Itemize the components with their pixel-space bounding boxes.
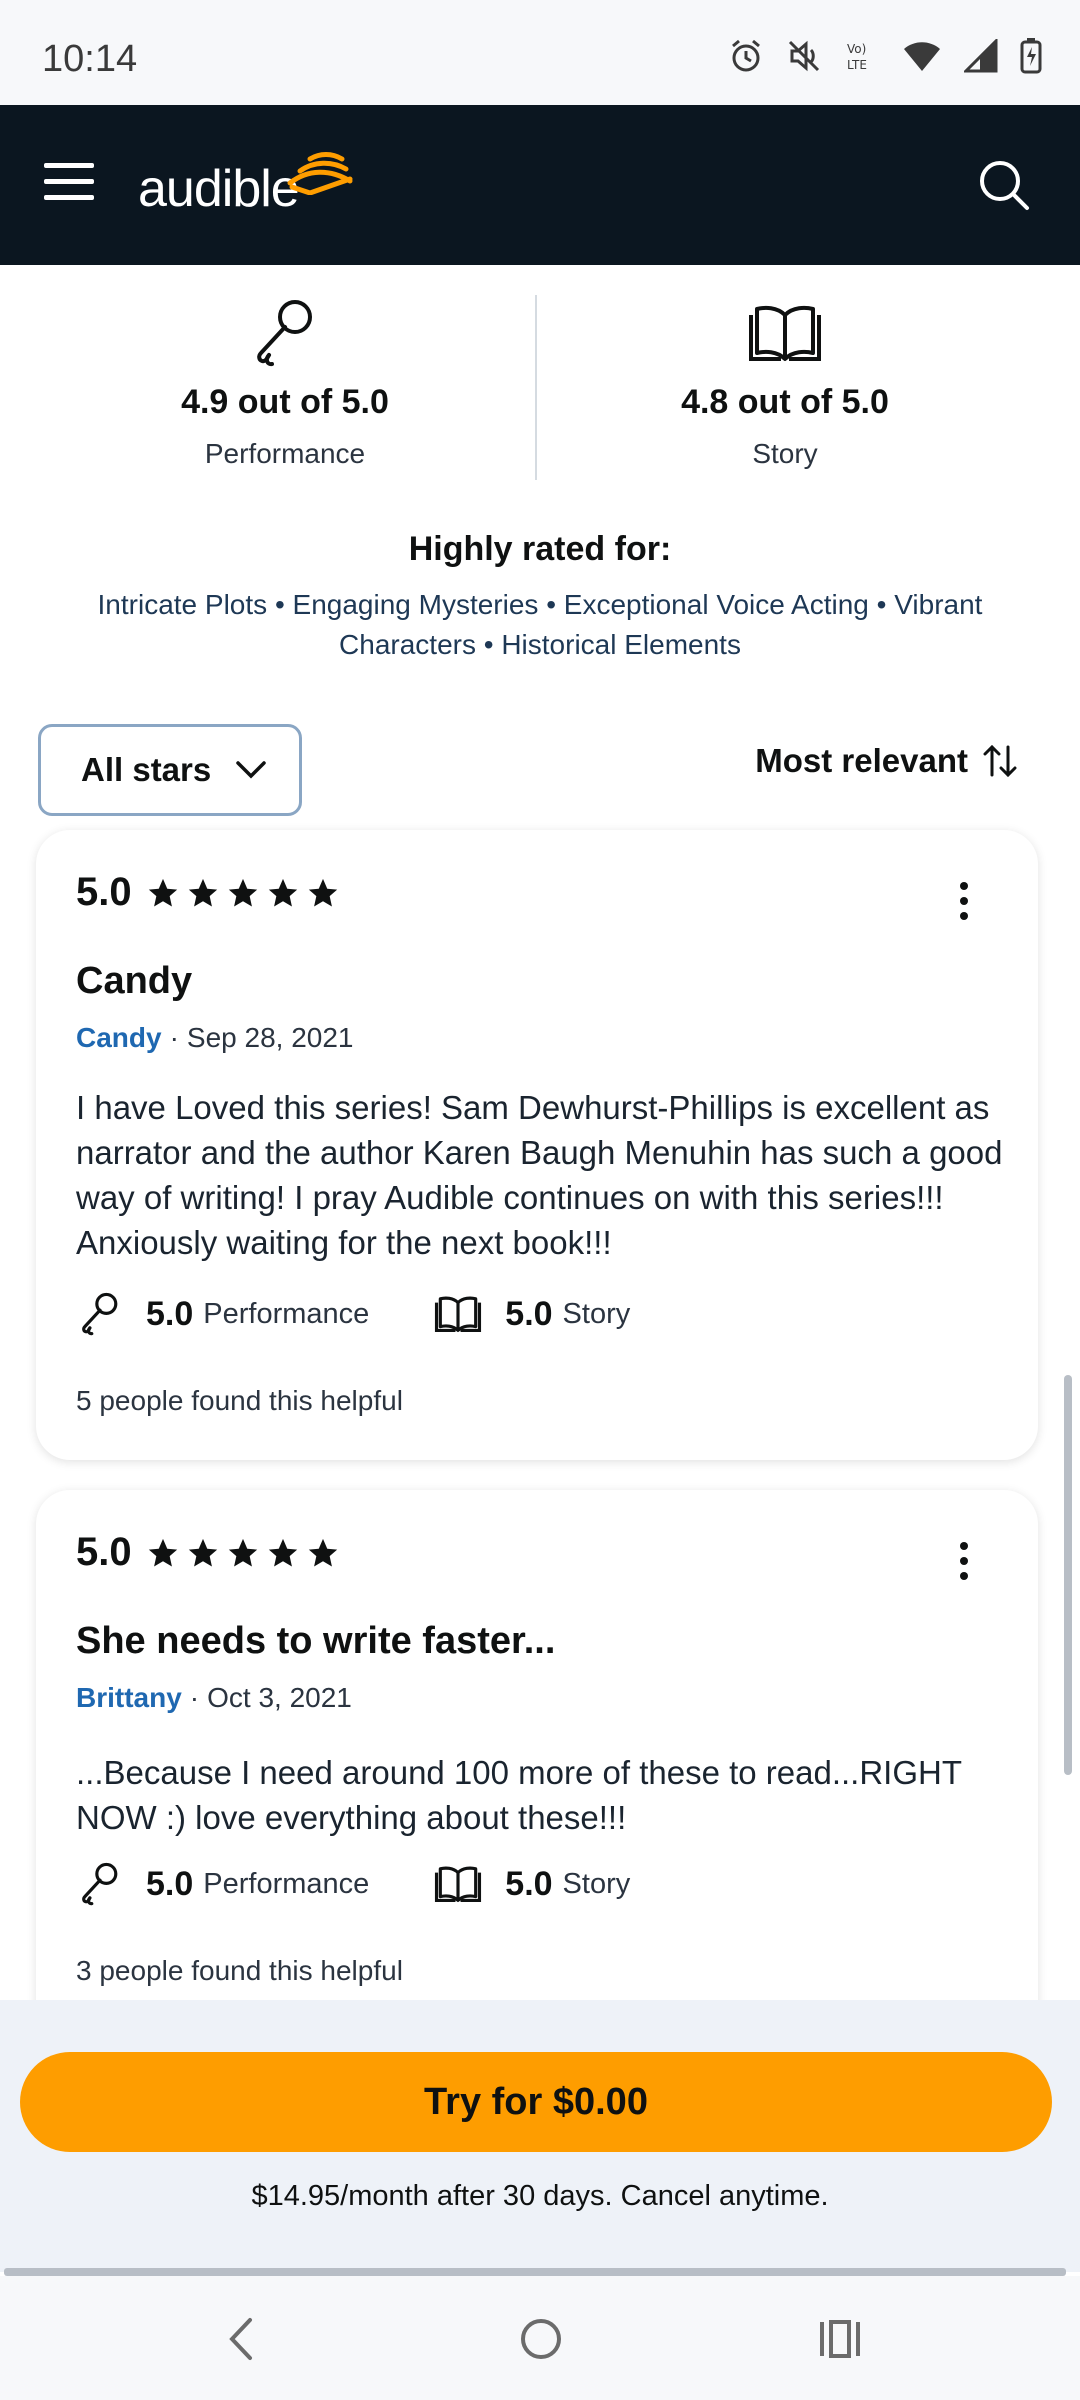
review-score: 5.0 xyxy=(76,1530,132,1574)
performance-label: Performance xyxy=(204,438,366,469)
story-label: Story xyxy=(752,438,818,469)
performance-subscore: 5.0 xyxy=(146,1864,194,1903)
helpful-count: 3 people found this helpful xyxy=(76,1955,403,1986)
helpful-count: 5 people found this helpful xyxy=(76,1385,403,1416)
performance-subscore: 5.0 xyxy=(146,1294,194,1333)
logo-signal-icon xyxy=(287,152,353,195)
meta-separator: · xyxy=(189,1682,200,1713)
status-time: 10:14 xyxy=(42,38,138,80)
microphone-icon xyxy=(82,1292,118,1336)
review-rating: 5.0 xyxy=(76,1530,340,1575)
search-icon[interactable] xyxy=(976,157,1032,213)
try-free-button[interactable]: Try for $0.00 xyxy=(20,2052,1052,2152)
app-header: audible xyxy=(0,105,1080,265)
performance-sublabel: Performance xyxy=(203,1867,370,1900)
performance-sublabel: Performance xyxy=(203,1297,370,1330)
highly-rated-tags: Intricate Plots • Engaging Mysteries • E… xyxy=(40,585,1040,665)
review-subratings: 5.0 Performance 5.0 Story xyxy=(76,1860,694,1908)
star-icon xyxy=(308,1538,337,1566)
story-subscore: 5.0 xyxy=(505,1864,553,1903)
review-score: 5.0 xyxy=(76,870,132,914)
review-body: ...Because I need around 100 more of the… xyxy=(76,1754,962,1836)
review-card: 5.0 She needs to write faster... Brittan… xyxy=(36,1490,1038,2050)
star-icon xyxy=(268,878,297,906)
review-author-link[interactable]: Brittany xyxy=(76,1682,182,1713)
review-title: She needs to write faster... xyxy=(76,1620,556,1662)
cta-panel: Try for $0.00 $14.95/month after 30 days… xyxy=(0,2000,1080,2276)
review-subratings: 5.0 Performance 5.0 Story xyxy=(76,1290,694,1338)
star-icon xyxy=(148,878,177,906)
page-scrollbar[interactable] xyxy=(1064,1375,1072,1775)
review-date: Oct 3, 2021 xyxy=(207,1682,352,1713)
star-icon xyxy=(308,878,337,906)
story-subrating: 5.0 Story xyxy=(433,1290,630,1338)
highly-rated-section: Highly rated for: Intricate Plots • Enga… xyxy=(40,530,1040,665)
story-sublabel: Story xyxy=(562,1867,631,1900)
star-icon xyxy=(188,1538,217,1566)
highly-rated-title: Highly rated for: xyxy=(408,530,672,568)
review-meta: Brittany · Oct 3, 2021 xyxy=(76,1682,352,1714)
performance-subrating: 5.0 Performance xyxy=(76,1290,369,1338)
cta-pricing-note: $14.95/month after 30 days. Cancel anyti… xyxy=(251,2180,829,2212)
story-subscore: 5.0 xyxy=(505,1294,553,1333)
hamburger-menu-icon[interactable] xyxy=(44,163,94,203)
sort-button[interactable]: Most relevant xyxy=(755,742,1018,780)
microphone-icon xyxy=(257,300,312,367)
performance-score: 4.9 out of 5.0 xyxy=(181,383,389,421)
story-summary: 4.8 out of 5.0 Story xyxy=(535,295,1035,470)
home-circle-icon[interactable] xyxy=(516,2314,566,2364)
microphone-icon xyxy=(82,1862,118,1906)
review-title: Candy xyxy=(76,960,193,1002)
story-sublabel: Story xyxy=(562,1297,631,1330)
review-rating: 5.0 xyxy=(76,870,340,915)
book-icon xyxy=(435,1866,482,1902)
review-card: 5.0 Candy Candy · Sep 28, 2021 I have Love… xyxy=(36,830,1038,1460)
more-options-icon[interactable] xyxy=(960,882,970,927)
chevron-down-icon xyxy=(236,761,266,779)
star-filter-dropdown[interactable]: All stars xyxy=(38,724,302,816)
review-author-link[interactable]: Candy xyxy=(76,1022,162,1053)
book-icon xyxy=(435,1296,482,1332)
star-icon xyxy=(188,878,217,906)
sort-arrows-icon xyxy=(983,744,1017,778)
review-meta: Candy · Sep 28, 2021 xyxy=(76,1022,354,1054)
sort-label: Most relevant xyxy=(755,742,968,779)
back-chevron-icon[interactable] xyxy=(222,2314,262,2364)
tags-line: Characters • Historical Elements xyxy=(339,629,741,660)
review-date: Sep 28, 2021 xyxy=(186,1022,354,1053)
battery-icon xyxy=(1020,38,1042,74)
star-filter-label: All stars xyxy=(81,751,212,788)
svg-text:Vo): Vo) xyxy=(847,42,866,56)
story-subrating: 5.0 Story xyxy=(433,1860,630,1908)
system-nav-bar xyxy=(0,2276,1080,2400)
alarm-icon xyxy=(732,39,760,72)
rating-summary: 4.9 out of 5.0 Performance 4.8 out of 5.… xyxy=(0,295,1080,485)
recents-icon[interactable] xyxy=(818,2314,862,2364)
mute-icon xyxy=(788,40,820,72)
star-icon xyxy=(228,878,257,906)
book-icon xyxy=(749,305,821,361)
volte-icon: Vo) LTE xyxy=(847,42,867,72)
star-icon xyxy=(148,1538,177,1566)
tags-line: Intricate Plots • Engaging Mysteries • E… xyxy=(97,589,983,620)
performance-summary: 4.9 out of 5.0 Performance xyxy=(35,295,535,470)
svg-text:LTE: LTE xyxy=(847,58,867,72)
logo-wordmark: audible xyxy=(138,160,300,218)
star-rating xyxy=(146,876,340,910)
status-icons: Vo) LTE xyxy=(728,38,1042,74)
story-score: 4.8 out of 5.0 xyxy=(681,383,889,421)
status-bar: 10:14 Vo) LTE xyxy=(0,0,1080,105)
review-body: I have Loved this series! Sam Dewhurst-P… xyxy=(76,1089,1003,1261)
star-icon xyxy=(228,1538,257,1566)
star-rating xyxy=(146,1536,340,1570)
wifi-icon xyxy=(904,42,940,71)
performance-subrating: 5.0 Performance xyxy=(76,1860,369,1908)
meta-separator: · xyxy=(169,1022,179,1053)
star-icon xyxy=(268,1538,297,1566)
signal-icon xyxy=(964,39,998,73)
panel-divider xyxy=(4,2268,1066,2276)
more-options-icon[interactable] xyxy=(960,1542,970,1587)
